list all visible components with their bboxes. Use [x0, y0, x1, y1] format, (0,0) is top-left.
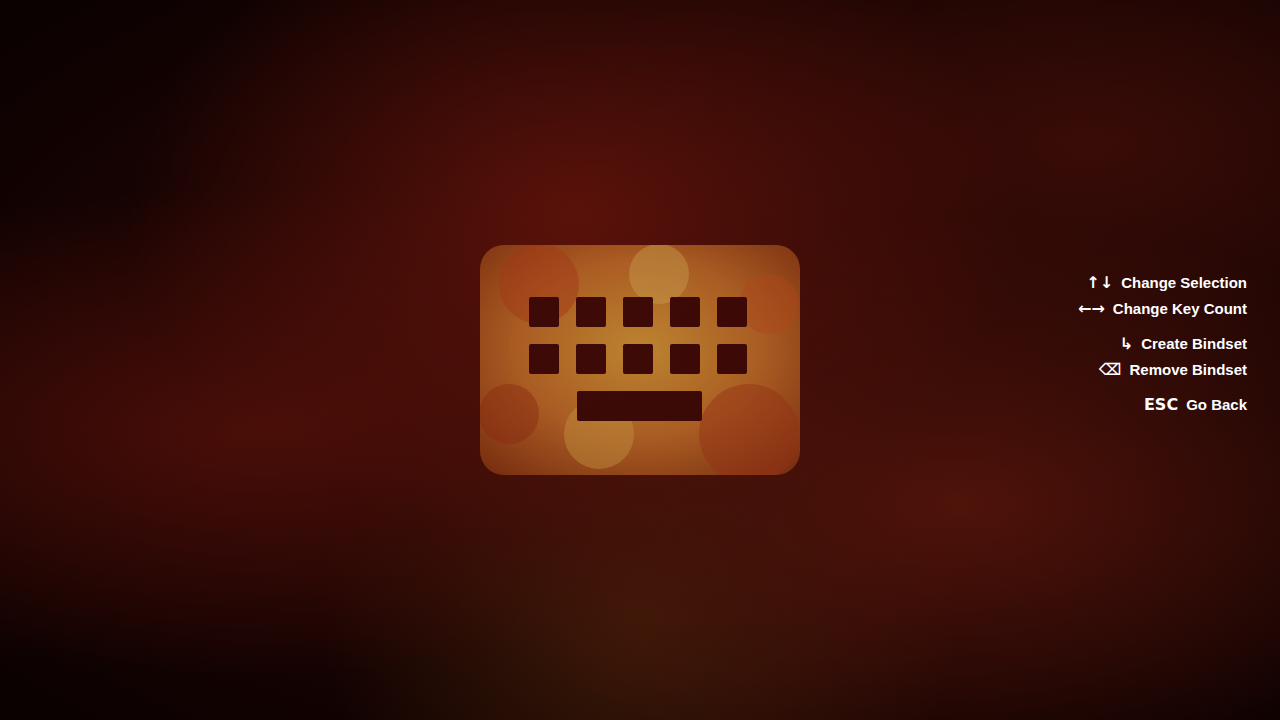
- hint-row: ←→ Change Key Count: [1078, 298, 1247, 319]
- menu-screen: ↑↓ Change Selection ←→ Change Key Count ↳ Cre…: [0, 0, 1280, 720]
- hint-label: Remove Bindset: [1129, 359, 1247, 380]
- hint-group: ↑↓ Change Selection ←→ Change Key Count: [1078, 272, 1247, 319]
- hint-group: ↳ Create Bindset ⌫ Remove Bindset: [1099, 333, 1247, 380]
- hint-label: Change Key Count: [1113, 298, 1247, 319]
- key-glyph: ESC: [1144, 394, 1178, 415]
- controls-legend: ↑↓ Change Selection ←→ Change Key Count ↳ Cre…: [1078, 272, 1247, 720]
- hint-label: Create Bindset: [1141, 333, 1247, 354]
- hint-label: Change Selection: [1121, 272, 1247, 293]
- key-glyph: ←→: [1078, 298, 1105, 319]
- hint-group: ESC Go Back: [1144, 394, 1247, 415]
- key-glyph: ↑↓: [1086, 272, 1113, 293]
- hint-row: ESC Go Back: [1144, 394, 1247, 415]
- hint-row: ↳ Create Bindset: [1120, 333, 1247, 354]
- hint-row: ⌫ Remove Bindset: [1099, 359, 1247, 380]
- keyboard-icon: [479, 244, 801, 476]
- hint-row: ↑↓ Change Selection: [1086, 272, 1247, 293]
- key-glyph: ⌫: [1099, 359, 1122, 380]
- hint-label: Go Back: [1186, 394, 1247, 415]
- key-glyph: ↳: [1120, 333, 1133, 354]
